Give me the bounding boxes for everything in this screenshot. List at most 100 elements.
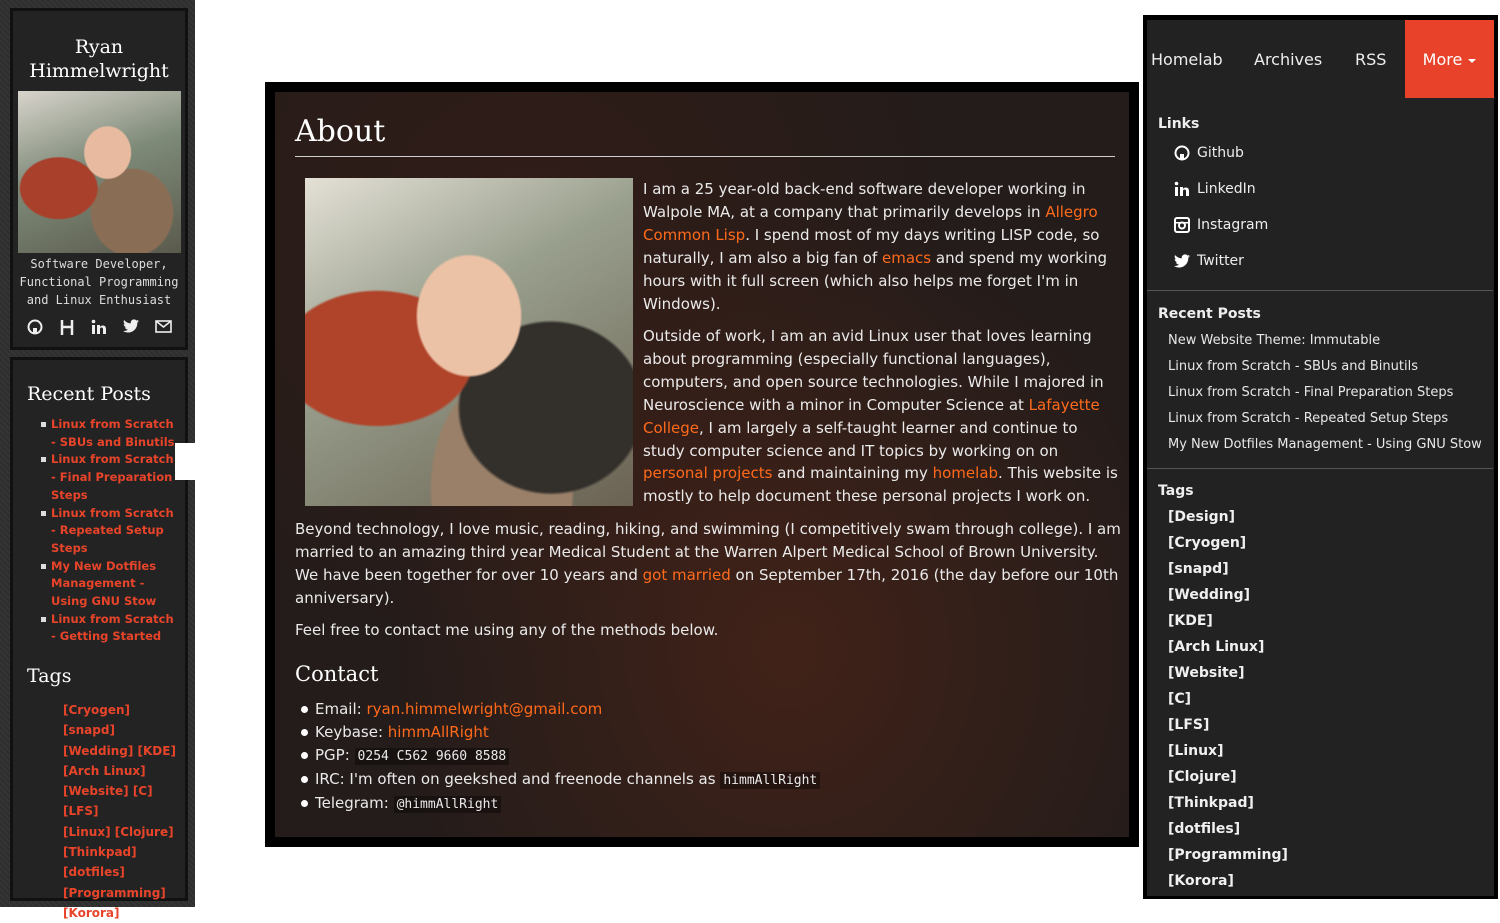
post-title-line[interactable]: Steps (51, 488, 88, 502)
nav-archives[interactable]: Archives (1254, 20, 1322, 98)
linkedin-icon (1173, 180, 1191, 198)
section-divider (1147, 468, 1493, 469)
post-title-line[interactable]: Linux from Scratch (51, 612, 174, 626)
personal-projects-link[interactable]: personal projects (643, 464, 772, 482)
left-tag-line[interactable]: [Programming] (63, 883, 183, 903)
github-icon[interactable] (25, 319, 45, 340)
post-title-line[interactable]: - SBUs and Binutils (51, 435, 175, 449)
right-recent-post-link[interactable]: Linux from Scratch - Final Preparation S… (1168, 385, 1453, 400)
right-recent-post-link[interactable]: Linux from Scratch - Repeated Setup Step… (1168, 411, 1448, 426)
right-recent-post-link[interactable]: My New Dotfiles Management - Using GNU S… (1168, 437, 1482, 452)
link-label[interactable]: Instagram (1197, 217, 1268, 233)
contact-telegram: Telegram: @himmAllRight (300, 792, 820, 816)
about-paragraph-linux: Outside of work, I am an avid Linux user… (643, 325, 1123, 508)
hackaday-icon[interactable] (57, 319, 77, 340)
post-title-line[interactable]: - Repeated Setup (51, 523, 164, 537)
left-tag-line[interactable]: [Korora] (63, 903, 183, 923)
left-recent-posts-heading: Recent Posts (27, 383, 151, 405)
right-tags-heading: Tags (1158, 483, 1194, 499)
right-sidebar-inner: Homelab Archives RSS More Links Github L… (1147, 20, 1494, 896)
nav-rss[interactable]: RSS (1355, 20, 1386, 98)
avatar (18, 91, 181, 253)
nav-more-dropdown[interactable]: More (1405, 20, 1494, 98)
right-sidebar: Homelab Archives RSS More Links Github L… (1143, 15, 1498, 899)
right-recent-post-link[interactable]: Linux from Scratch - SBUs and Binutils (1168, 359, 1418, 374)
top-nav: Homelab Archives RSS More (1147, 20, 1494, 98)
post-title-line[interactable]: Linux from Scratch (51, 506, 174, 520)
author-first-name[interactable]: Ryan (13, 35, 185, 59)
about-paragraph-contact-intro: Feel free to contact me using any of the… (295, 621, 719, 639)
left-recent-post-link[interactable]: Linux from Scratch - SBUs and Binutils (41, 416, 179, 451)
keybase-link[interactable]: himmAllRight (388, 723, 489, 741)
tag-link[interactable]: [Wedding] (1168, 587, 1250, 603)
twitter-icon[interactable] (121, 319, 141, 340)
title-divider (295, 156, 1115, 157)
left-recent-post-link[interactable]: Linux from Scratch - Getting Started (41, 611, 179, 646)
contact-list: Email: ryan.himmelwright@gmail.com Keyba… (300, 698, 821, 816)
link-label[interactable]: LinkedIn (1197, 181, 1256, 197)
left-tag-line[interactable]: [Wedding] [KDE] (63, 741, 183, 761)
page-title: About (295, 114, 386, 149)
post-title-line[interactable]: Steps (51, 541, 88, 555)
tag-link[interactable]: [C] (1168, 691, 1191, 707)
linkedin-link[interactable]: LinkedIn (1173, 180, 1256, 198)
tag-link[interactable]: [snapd] (1168, 561, 1229, 577)
nav-more-label[interactable]: More (1423, 50, 1463, 69)
link-label[interactable]: Twitter (1197, 253, 1244, 269)
right-recent-post-link[interactable]: New Website Theme: Immutable (1168, 333, 1380, 348)
main-content-panel: About I am a 25 year-old back-end softwa… (265, 82, 1139, 847)
post-title-line[interactable]: Using GNU Stow (51, 594, 156, 608)
left-tag-line[interactable]: [Website] [C] [LFS] (63, 781, 183, 822)
email-link[interactable]: ryan.himmelwright@gmail.com (366, 700, 602, 718)
left-tag-line[interactable]: [Thinkpad] (63, 842, 183, 862)
author-tagline: Software Developer, Functional Programmi… (13, 255, 185, 309)
twitter-link[interactable]: Twitter (1173, 252, 1244, 270)
emacs-link[interactable]: emacs (882, 249, 931, 267)
post-title-line[interactable]: - Final Preparation (51, 470, 172, 484)
left-recent-post-link[interactable]: Linux from Scratch - Final Preparation Ste… (41, 451, 179, 504)
tag-link[interactable]: [Clojure] (1168, 769, 1237, 785)
tag-link[interactable]: [Linux] (1168, 743, 1223, 759)
linkedin-icon[interactable] (89, 319, 109, 340)
text: and maintaining my (772, 464, 933, 483)
contact-label: Telegram: (315, 794, 394, 812)
post-title-line[interactable]: Linux from Scratch (51, 417, 174, 431)
tag-link[interactable]: [dotfiles] (1168, 821, 1240, 837)
got-married-link[interactable]: got married (643, 566, 731, 584)
post-title-line[interactable]: - Getting Started (51, 629, 161, 643)
nav-homelab[interactable]: Homelab (1151, 20, 1223, 98)
tag-link[interactable]: [Cryogen] (1168, 535, 1246, 551)
instagram-link[interactable]: Instagram (1173, 216, 1268, 234)
irc-handle: himmAllRight (720, 772, 821, 789)
left-recent-posts-list: Linux from Scratch - SBUs and Binutils Li… (41, 416, 179, 646)
tag-link[interactable]: [KDE] (1168, 613, 1213, 629)
left-tag-line[interactable]: [Arch Linux] (63, 761, 183, 781)
tag-link[interactable]: [Website] (1168, 665, 1245, 681)
post-title-line[interactable]: Linux from Scratch (51, 452, 174, 466)
twitter-icon (1173, 252, 1191, 270)
tag-link[interactable]: [Programming] (1168, 847, 1288, 863)
author-name[interactable]: Ryan Himmelwright (13, 35, 185, 83)
link-label[interactable]: Github (1197, 145, 1244, 161)
homelab-link[interactable]: homelab (933, 464, 998, 482)
social-links (13, 319, 185, 340)
left-recent-post-link[interactable]: Linux from Scratch - Repeated Setup Steps (41, 505, 179, 558)
tag-link[interactable]: [Arch Linux] (1168, 639, 1264, 655)
email-icon[interactable] (153, 319, 173, 340)
tag-link[interactable]: [LFS] (1168, 717, 1209, 733)
left-tag-line[interactable]: [dotfiles] (63, 862, 183, 882)
tag-link[interactable]: [Design] (1168, 509, 1235, 525)
left-tag-line[interactable]: [Cryogen] [snapd] (63, 700, 183, 741)
author-last-name[interactable]: Himmelwright (13, 59, 185, 83)
section-divider (1147, 290, 1493, 291)
left-tag-line[interactable]: [Linux] [Clojure] (63, 822, 183, 842)
left-recent-post-link[interactable]: My New Dotfiles Management - Using GNU Sto… (41, 558, 179, 611)
post-title-line[interactable]: Management - (51, 576, 144, 590)
github-link[interactable]: Github (1173, 144, 1244, 162)
tag-link[interactable]: [Thinkpad] (1168, 795, 1254, 811)
contact-label: IRC: I'm often on geekshed and freenode … (315, 770, 721, 788)
instagram-icon (1173, 216, 1191, 234)
left-tags-heading: Tags (27, 665, 72, 687)
tag-link[interactable]: [Korora] (1168, 873, 1234, 889)
post-title-line[interactable]: My New Dotfiles (51, 559, 156, 573)
